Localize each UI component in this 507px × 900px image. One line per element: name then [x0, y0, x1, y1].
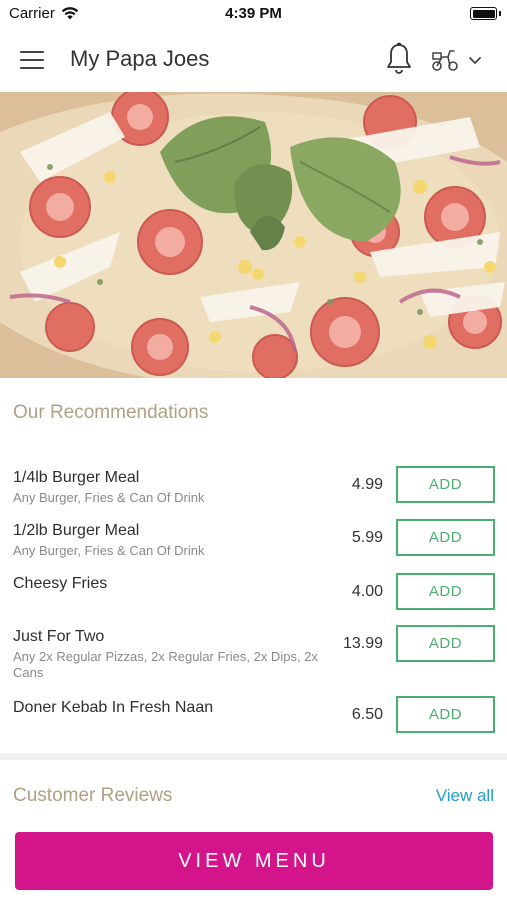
battery-tip [499, 11, 501, 16]
chevron-down-icon [469, 57, 481, 64]
item-price: 4.00 [351, 583, 383, 600]
item-price: 5.99 [351, 529, 383, 546]
notifications-button[interactable] [384, 42, 414, 76]
section-divider [0, 753, 507, 760]
item-price: 13.99 [342, 635, 383, 652]
view-all-link[interactable]: View all [436, 786, 494, 806]
item-description: Any Burger, Fries & Can Of Drink [13, 543, 205, 558]
app-header: My Papa Joes [0, 28, 507, 92]
bell-icon [387, 42, 411, 74]
hero-image [0, 92, 507, 378]
page-title: My Papa Joes [70, 46, 210, 71]
menu-icon[interactable] [20, 46, 50, 74]
scooter-icon [432, 50, 458, 71]
item-name: Just For Two [13, 628, 105, 645]
add-button[interactable]: ADD [396, 696, 495, 733]
add-button[interactable]: ADD [396, 573, 495, 610]
add-button[interactable]: ADD [396, 466, 495, 503]
item-name: Cheesy Fries [13, 575, 108, 592]
item-description: Any 2x Regular Pizzas, 2x Regular Fries,… [13, 649, 318, 680]
status-bar: Carrier 4:39 PM [0, 0, 507, 28]
reviews-title: Customer Reviews [13, 785, 173, 806]
item-name: 1/2lb Burger Meal [13, 522, 140, 539]
item-price: 4.99 [351, 476, 383, 493]
item-name: Doner Kebab In Fresh Naan [13, 699, 214, 716]
status-time: 4:39 PM [225, 5, 282, 22]
add-button[interactable]: ADD [396, 519, 495, 556]
add-button[interactable]: ADD [396, 625, 495, 662]
item-name: 1/4lb Burger Meal [13, 469, 140, 486]
battery-icon [470, 7, 497, 20]
item-description: Any Burger, Fries & Can Of Drink [13, 490, 205, 505]
pizza-photo [0, 92, 507, 378]
item-price: 6.50 [351, 706, 383, 723]
recommendations-title: Our Recommendations [13, 402, 209, 423]
view-menu-button[interactable]: VIEW MENU [15, 832, 493, 890]
order-type-selector[interactable] [430, 44, 494, 76]
